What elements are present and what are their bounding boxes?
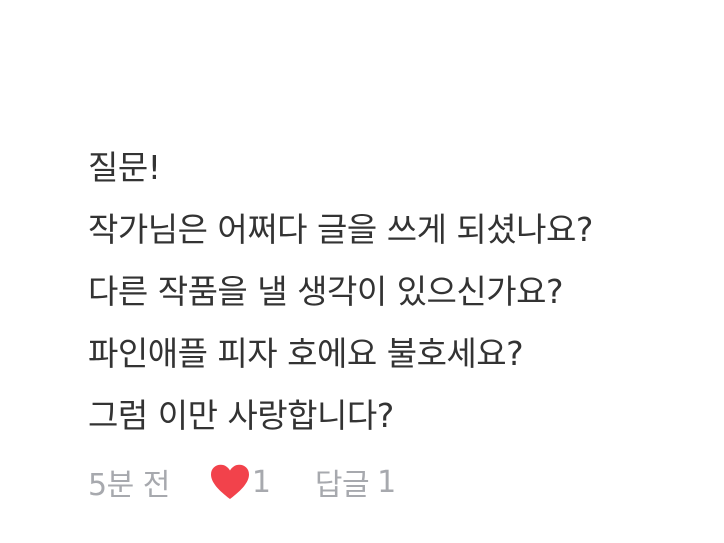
comment-line: 다른 작품을 낼 생각이 있으신가요?	[88, 272, 564, 311]
reply-button[interactable]: 답글 1	[315, 460, 396, 504]
comment-line: 질문!	[88, 148, 161, 187]
comment-body: 질문! 작가님은 어쩌다 글을 쓰게 되셨나요? 다른 작품을 낼 생각이 있으…	[88, 137, 708, 447]
reply-label: 답글	[314, 468, 370, 503]
comment-timestamp: 5분 전	[88, 468, 170, 503]
like-button[interactable]: 1	[210, 464, 271, 500]
comment-line: 작가님은 어쩌다 글을 쓰게 되셨나요?	[88, 210, 593, 249]
comment-meta: 5분 전 1 답글 1	[88, 460, 396, 504]
comment-line: 그럼 이만 사랑합니다?	[88, 396, 394, 435]
like-count: 1	[251, 464, 271, 500]
heart-icon	[210, 464, 250, 500]
reply-count: 1	[377, 464, 397, 500]
comment-line: 파인애플 피자 호에요 불호세요?	[88, 334, 524, 373]
